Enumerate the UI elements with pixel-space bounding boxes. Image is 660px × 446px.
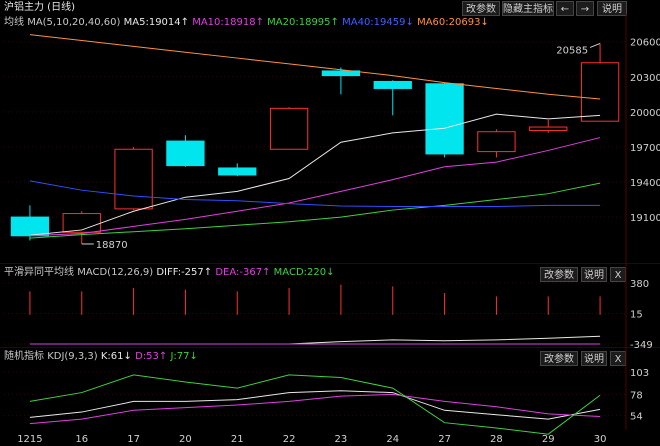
- x-tick-label: 22: [283, 434, 296, 445]
- y-tick-label: 20300: [630, 73, 660, 84]
- candle-body: [166, 140, 205, 167]
- x-tick-label: 16: [75, 434, 88, 445]
- y-tick-label: 19100: [630, 213, 660, 224]
- macd-line-diff: [29, 335, 601, 345]
- x-tick-label: 30: [594, 434, 607, 445]
- x-tick-label: 17: [127, 434, 140, 445]
- candle-body: [529, 126, 568, 132]
- kdj-line-k: [29, 390, 601, 420]
- x-tick-label: 24: [386, 434, 399, 445]
- chart-canvas: 19100 19400 19700 20000 20300 20600 18870 20585…: [4, 14, 660, 445]
- chart-app: 沪铝主力 (日线) 改参数 隐藏主指标 ← → 说明 均线 MA(5,10,20…: [0, 0, 660, 446]
- y-tick-label: 103: [630, 368, 649, 379]
- high-marker: [589, 42, 601, 48]
- candle-body: [477, 131, 516, 153]
- x-tick-label: 23: [335, 434, 348, 445]
- y-tick-label: 20600: [630, 38, 660, 49]
- x-tick-label: 28: [490, 434, 503, 445]
- candle-body: [425, 83, 464, 155]
- candle-body: [218, 167, 257, 176]
- ma-line-ma60: [29, 34, 601, 100]
- candle-body: [114, 148, 153, 210]
- y-tick-label: 380: [630, 279, 649, 290]
- x-tick-label: 27: [438, 434, 451, 445]
- x-tick-label: 29: [542, 434, 555, 445]
- y-tick-label: 78: [630, 390, 643, 401]
- low-annotation-label: 18870: [96, 240, 128, 251]
- y-tick-label: 54: [630, 412, 643, 423]
- kdj-line-j: [29, 374, 601, 435]
- y-tick-label: 19700: [630, 143, 660, 154]
- y-tick-label: 19400: [630, 178, 660, 189]
- x-tick-label: 21: [231, 434, 244, 445]
- candle-body: [269, 107, 309, 150]
- high-annotation-label: 20585: [556, 45, 588, 56]
- x-tick-label: 20: [179, 434, 192, 445]
- candle-body: [373, 80, 412, 89]
- candle-body: [10, 216, 50, 237]
- candle-body: [580, 62, 620, 122]
- y-tick-label: 15: [630, 310, 643, 321]
- y-tick-label: 20000: [630, 108, 660, 119]
- y-tick-label: -349: [630, 340, 653, 351]
- x-tick-label: 1215: [17, 434, 42, 445]
- kdj-line-d: [29, 393, 601, 425]
